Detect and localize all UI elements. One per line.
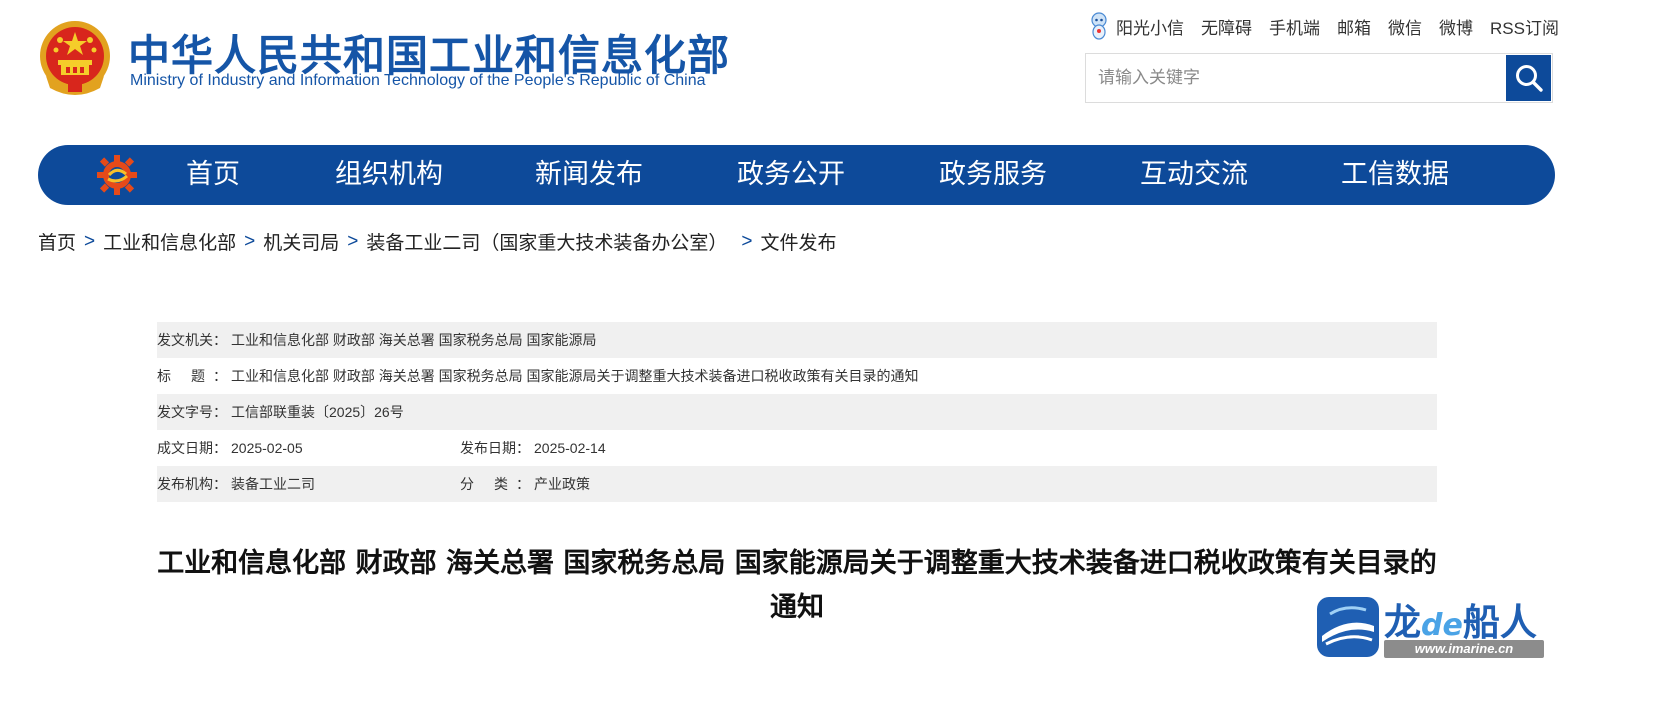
- watermark-brand-b: 船人: [1462, 601, 1537, 644]
- top-link-rss[interactable]: RSS订阅: [1490, 14, 1559, 39]
- title-label: 标 题：: [157, 368, 227, 384]
- created-date-label: 成文日期：: [157, 440, 227, 456]
- breadcrumb-documents[interactable]: 文件发布: [761, 228, 837, 255]
- agency-value: 装备工业二司: [231, 476, 315, 492]
- top-link-label: 阳光小信: [1116, 18, 1184, 38]
- created-date-value: 2025-02-05: [231, 440, 303, 456]
- category-value: 产业政策: [534, 476, 590, 492]
- info-row-title: 标 题： 工业和信息化部 财政部 海关总署 国家税务总局 国家能源局关于调整重大…: [157, 358, 1437, 394]
- nav-item-news[interactable]: 新闻发布: [535, 145, 643, 205]
- site-title-english: Ministry of Industry and Information Tec…: [130, 72, 706, 89]
- breadcrumb-separator: >: [84, 230, 96, 252]
- article-title: 工业和信息化部 财政部 海关总署 国家税务总局 国家能源局关于调整重大技术装备进…: [157, 548, 1437, 623]
- robot-mascot-icon: [1091, 12, 1107, 40]
- watermark-logo: 龙de船人 www.imarine.cn: [1316, 594, 1548, 660]
- document-info-table: 发文机关： 工业和信息化部 财政部 海关总署 国家税务总局 国家能源局 标 题：…: [157, 322, 1437, 502]
- info-row-doc-number: 发文字号： 工信部联重装〔2025〕26号: [157, 394, 1437, 430]
- watermark-brand: 龙de船人: [1384, 592, 1537, 646]
- national-emblem-icon: [38, 18, 112, 96]
- nav-item-home[interactable]: 首页: [186, 145, 240, 205]
- gear-logo-icon: [96, 154, 138, 196]
- ship-logo-icon: [1317, 597, 1379, 657]
- category-cell: 分 类： 产业政策: [460, 466, 590, 502]
- top-link-weibo[interactable]: 微博: [1439, 14, 1473, 39]
- breadcrumb-departments[interactable]: 机关司局: [263, 228, 339, 255]
- breadcrumb-separator: >: [741, 230, 753, 252]
- search-bar: [1085, 53, 1553, 103]
- breadcrumb-separator: >: [347, 230, 359, 252]
- breadcrumb-ministry[interactable]: 工业和信息化部: [103, 228, 236, 255]
- top-link-sunshine[interactable]: 阳光小信: [1088, 12, 1184, 40]
- nav-item-organization[interactable]: 组织机构: [335, 145, 443, 205]
- watermark-url: www.imarine.cn: [1384, 640, 1544, 658]
- nav-item-interaction[interactable]: 互动交流: [1140, 145, 1248, 205]
- info-row-issuer: 发文机关： 工业和信息化部 财政部 海关总署 国家税务总局 国家能源局: [157, 322, 1437, 358]
- issuer-value: 工业和信息化部 财政部 海关总署 国家税务总局 国家能源局: [231, 332, 597, 348]
- nav-item-government-affairs[interactable]: 政务公开: [737, 145, 845, 205]
- published-date-value: 2025-02-14: [534, 440, 606, 456]
- breadcrumb-department[interactable]: 装备工业二司（国家重大技术装备办公室）: [366, 228, 727, 255]
- info-row-agency: 发布机构： 装备工业二司 分 类： 产业政策: [157, 466, 1437, 502]
- category-label: 分 类：: [460, 476, 530, 492]
- main-navigation: 首页 组织机构 新闻发布 政务公开 政务服务 互动交流 工信数据: [38, 145, 1555, 205]
- doc-number-label: 发文字号：: [157, 404, 227, 420]
- nav-item-data[interactable]: 工信数据: [1341, 145, 1449, 205]
- top-link-mailbox[interactable]: 邮箱: [1337, 14, 1371, 39]
- title-value: 工业和信息化部 财政部 海关总署 国家税务总局 国家能源局关于调整重大技术装备进…: [231, 368, 919, 384]
- top-link-wechat[interactable]: 微信: [1388, 14, 1422, 39]
- breadcrumb: 首页 > 工业和信息化部 > 机关司局 > 装备工业二司（国家重大技术装备办公室…: [38, 228, 837, 255]
- top-link-mobile[interactable]: 手机端: [1269, 14, 1320, 39]
- search-icon: [1515, 65, 1543, 92]
- breadcrumb-home[interactable]: 首页: [38, 228, 76, 255]
- published-date-cell: 发布日期： 2025-02-14: [460, 430, 606, 466]
- watermark-brand-de: de: [1421, 608, 1463, 643]
- info-row-dates: 成文日期： 2025-02-05 发布日期： 2025-02-14: [157, 430, 1437, 466]
- breadcrumb-separator: >: [244, 230, 256, 252]
- top-utility-links: 阳光小信 无障碍 手机端 邮箱 微信 微博 RSS订阅: [1088, 12, 1559, 40]
- agency-label: 发布机构：: [157, 476, 227, 492]
- top-link-accessibility[interactable]: 无障碍: [1201, 14, 1252, 39]
- search-button[interactable]: [1506, 55, 1551, 101]
- nav-item-government-services[interactable]: 政务服务: [939, 145, 1047, 205]
- issuer-label: 发文机关：: [157, 332, 227, 348]
- published-date-label: 发布日期：: [460, 440, 530, 456]
- search-input[interactable]: [1086, 54, 1506, 102]
- watermark-brand-a: 龙: [1384, 601, 1421, 644]
- doc-number-value: 工信部联重装〔2025〕26号: [231, 404, 404, 420]
